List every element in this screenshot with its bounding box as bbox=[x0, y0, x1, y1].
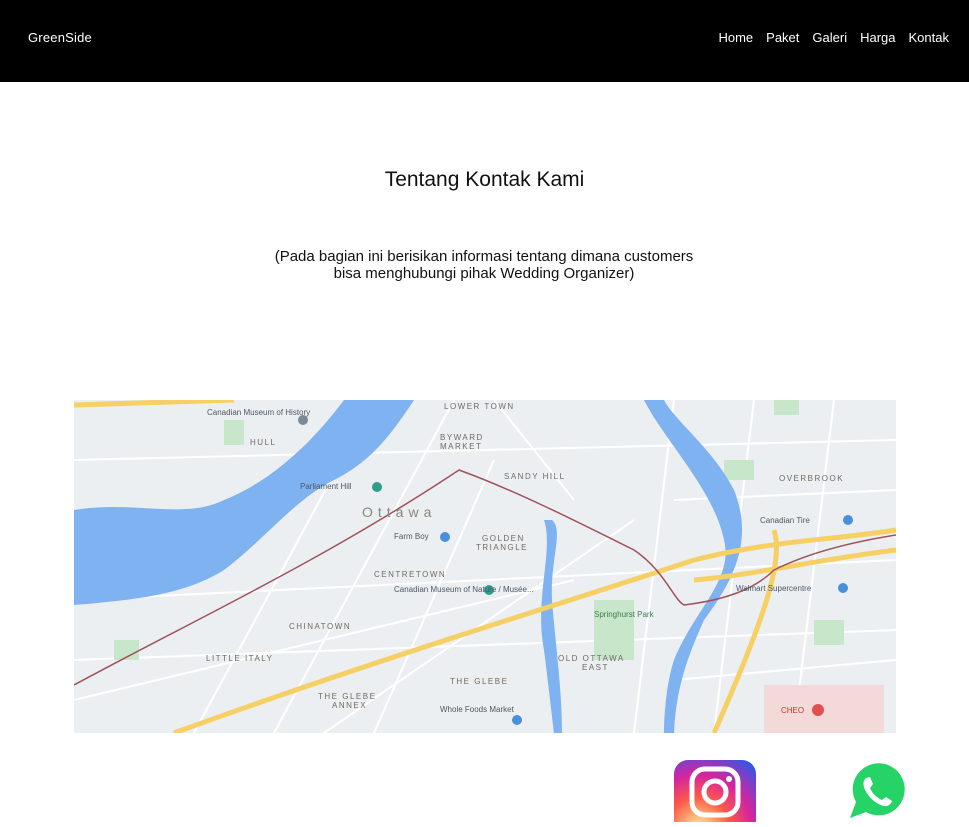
description-line-2: bisa menghubungi pihak Wedding Organizer… bbox=[333, 265, 635, 282]
map-label-glebe-annex-1: THE GLEBE bbox=[318, 692, 377, 701]
page-title: Tentang Kontak Kami bbox=[384, 168, 585, 191]
map-poi-parliament-hill: Parliament Hill bbox=[300, 482, 352, 491]
map-poi-museum-nature: Canadian Museum of Nature / Musée... bbox=[394, 585, 534, 594]
nav-link-kontak[interactable]: Kontak bbox=[909, 30, 949, 45]
map-label-golden: GOLDEN bbox=[482, 534, 525, 543]
map-label-hull: HULL bbox=[250, 438, 277, 447]
nav-link-home[interactable]: Home bbox=[718, 30, 753, 45]
map-label-market: MARKET bbox=[440, 442, 483, 451]
map-poi-museum-history: Canadian Museum of History bbox=[207, 408, 311, 417]
map-poi-farm-boy: Farm Boy bbox=[394, 532, 429, 541]
map-label-sandy-hill: SANDY HILL bbox=[504, 472, 566, 481]
instagram-glyph bbox=[689, 766, 741, 818]
map-label-centretown: CENTRETOWN bbox=[374, 570, 447, 579]
map-poi-whole-foods: Whole Foods Market bbox=[440, 705, 514, 714]
map-label-byward: BYWARD bbox=[440, 433, 484, 442]
page-description: (Pada bagian ini berisikan informasi ten… bbox=[184, 248, 784, 282]
map-label-chinatown: CHINATOWN bbox=[289, 622, 352, 631]
map-label-ottawa: Ottawa bbox=[362, 504, 437, 520]
description-line-1: (Pada bagian ini berisikan informasi ten… bbox=[274, 248, 694, 265]
navbar: GreenSide Home Paket Galeri Harga Kontak bbox=[0, 0, 969, 82]
map-label-old-ottawa: OLD OTTAWA bbox=[558, 654, 625, 663]
map-label-triangle: TRIANGLE bbox=[476, 543, 529, 552]
map-label-overbrook: OVERBROOK bbox=[779, 474, 845, 483]
location-map[interactable]: LOWER TOWN BYWARD MARKET SANDY HILL OVER… bbox=[74, 400, 896, 733]
map-poi-canadian-tire: Canadian Tire bbox=[760, 516, 810, 525]
map-label-the-glebe: THE GLEBE bbox=[450, 677, 509, 686]
instagram-icon[interactable] bbox=[674, 760, 756, 822]
map-poi-cheo: CHEO bbox=[781, 706, 805, 715]
map-park-springhurst: Springhurst Park bbox=[594, 610, 654, 619]
map-label-glebe-annex-2: ANNEX bbox=[332, 701, 368, 710]
map-label-little-italy: LITTLE ITALY bbox=[206, 654, 274, 663]
map-label-lower-town: LOWER TOWN bbox=[444, 402, 515, 411]
nav-link-harga[interactable]: Harga bbox=[860, 30, 895, 45]
brand-logo[interactable]: GreenSide bbox=[28, 30, 92, 45]
whatsapp-icon[interactable] bbox=[838, 760, 914, 822]
nav-link-paket[interactable]: Paket bbox=[766, 30, 799, 45]
nav-link-galeri[interactable]: Galeri bbox=[812, 30, 847, 45]
map-poi-walmart: Walmart Supercentre bbox=[736, 584, 812, 593]
nav-links: Home Paket Galeri Harga Kontak bbox=[718, 30, 949, 45]
map-label-east: EAST bbox=[582, 663, 609, 672]
whatsapp-glyph bbox=[846, 760, 906, 820]
